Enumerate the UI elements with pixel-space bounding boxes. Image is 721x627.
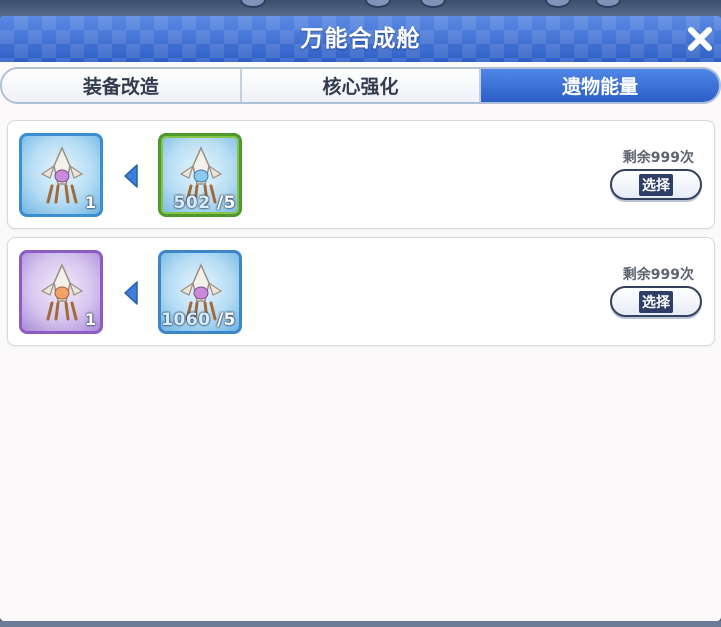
dialog-title: 万能合成舱 — [300, 26, 421, 52]
recipe-card: 1 1060 /5 剩余999次 选择 — [7, 237, 715, 346]
material-owned: 1060 — [161, 310, 211, 330]
tab-equipment-modify[interactable]: 装备改造 — [2, 69, 242, 102]
select-button-label: 选择 — [639, 290, 673, 313]
item-quantity: 1 — [84, 310, 96, 329]
target-item-slot[interactable]: 1 — [19, 250, 103, 334]
material-owned: 502 — [173, 193, 211, 213]
relic-icon — [40, 146, 84, 204]
tab-core-enhance[interactable]: 核心强化 — [241, 69, 482, 102]
tab-relic-energy[interactable]: 遗物能量 — [481, 69, 719, 102]
select-button-label: 选择 — [639, 173, 673, 196]
background-figure — [595, 0, 621, 8]
background-figure — [365, 0, 391, 8]
arrow-left-icon — [124, 164, 138, 188]
background-figure — [545, 0, 571, 8]
arrow-left-icon — [124, 281, 138, 305]
material-item-slot[interactable]: 1060 /5 — [158, 250, 242, 334]
item-quantity: 1 — [84, 193, 96, 212]
select-button[interactable]: 选择 — [610, 169, 702, 200]
select-button[interactable]: 选择 — [610, 286, 702, 317]
background-figure — [420, 0, 446, 8]
close-button[interactable] — [683, 22, 717, 56]
relic-icon — [40, 263, 84, 321]
remaining-count: 剩余999次 — [622, 267, 694, 283]
remaining-count: 剩余999次 — [622, 150, 694, 166]
background-figure — [240, 0, 266, 8]
target-item-slot[interactable]: 1 — [19, 133, 103, 217]
recipe-card: 1 502 /5 剩余999次 选择 — [7, 120, 715, 229]
material-required: /5 — [216, 193, 236, 213]
tab-bar: 装备改造 核心强化 遗物能量 — [0, 67, 721, 104]
bottom-background-strip — [0, 621, 721, 627]
material-required: /5 — [216, 310, 236, 330]
synthesis-dialog: 万能合成舱 装备改造 核心强化 遗物能量 1 502 /5 剩余999次 选择 … — [0, 16, 721, 621]
material-count: 1060 /5 — [161, 310, 236, 330]
close-icon — [688, 27, 712, 51]
material-item-slot[interactable]: 502 /5 — [158, 133, 242, 217]
material-count: 502 /5 — [174, 193, 236, 213]
